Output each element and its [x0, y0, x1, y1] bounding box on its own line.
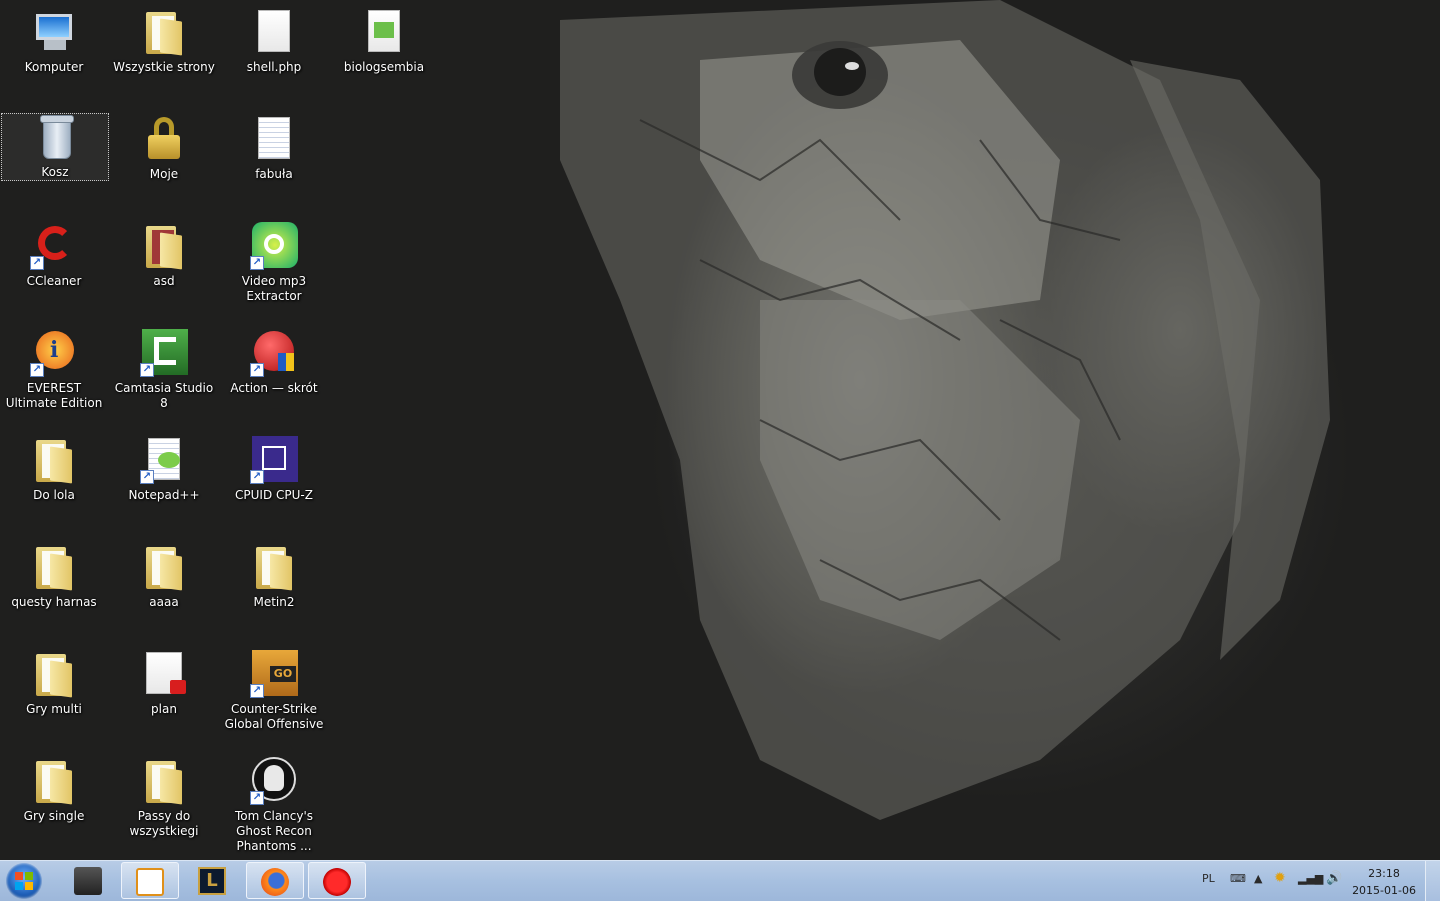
clock[interactable]: 23:18 2015-01-06 — [1352, 865, 1416, 899]
folder-icon — [140, 8, 188, 56]
taskbar-league-of-legends[interactable]: L — [184, 862, 242, 899]
icon-label: Kosz — [41, 165, 69, 179]
folder-icon — [140, 222, 188, 270]
desktop-icon-video-mp3-extractor[interactable]: ↗ Video mp3 Extractor — [220, 214, 328, 304]
desktop-icon-ccleaner[interactable]: ↗ CCleaner — [0, 214, 108, 289]
folder-icon — [250, 543, 298, 591]
folder-icon — [140, 757, 188, 805]
desktop-icon-cpu-z[interactable]: ↗ CPUID CPU-Z — [220, 428, 328, 503]
show-hidden-icons-chevron-icon[interactable]: ▲ — [1254, 872, 1262, 885]
desktop-icon-asd[interactable]: asd — [110, 214, 218, 289]
recycle-bin-icon — [31, 113, 79, 161]
icon-label: fabuła — [255, 167, 293, 181]
everest-icon: i ↗ — [30, 329, 78, 377]
icon-label: Action — skrót — [230, 381, 318, 395]
icon-label: aaaa — [149, 595, 179, 609]
icon-label: Counter-Strike Global Offensive — [224, 702, 324, 731]
icon-label: CCleaner — [26, 274, 82, 288]
icon-label: Passy do wszystkiegi — [129, 809, 199, 838]
icon-label: Camtasia Studio 8 — [114, 381, 214, 410]
padlock-icon — [140, 115, 188, 163]
desktop-icon-aaaa[interactable]: aaaa — [110, 535, 218, 610]
windows-logo-icon — [15, 872, 33, 890]
desktop-icon-do-lola[interactable]: Do lola — [0, 428, 108, 503]
keyboard-icon[interactable]: ⌨ — [1230, 872, 1246, 885]
desktop-icon-plan[interactable]: plan — [110, 642, 218, 717]
icon-label: Wszystkie strony — [113, 60, 215, 74]
blank-file-icon — [250, 8, 298, 56]
computer-icon — [30, 8, 78, 56]
desktop-icon-recycle-bin[interactable]: Kosz — [1, 113, 109, 181]
icon-label: Notepad++ — [128, 488, 200, 502]
desktop-icon-biologsembia[interactable]: biologsembia — [330, 0, 438, 75]
language-indicator[interactable]: PL — [1202, 872, 1215, 885]
ghost-recon-icon: ↗ — [250, 757, 298, 805]
start-button[interactable] — [6, 863, 42, 899]
taskbar-firefox[interactable] — [246, 862, 304, 899]
cpu-z-icon: ↗ — [250, 436, 298, 484]
league-of-legends-icon: L — [198, 867, 226, 895]
icon-label: Moje — [149, 167, 179, 181]
desktop-icon-csgo[interactable]: GO ↗ Counter-Strike Global Offensive — [220, 642, 328, 732]
desktop-icon-gry-single[interactable]: Gry single — [0, 749, 108, 824]
text-file-icon — [250, 115, 298, 163]
icon-label: Do lola — [33, 488, 75, 502]
icon-label: Gry single — [23, 809, 85, 823]
icon-label: Tom Clancy's Ghost Recon Phantoms ... — [234, 809, 314, 853]
desktop-icon-wszystkie-strony[interactable]: Wszystkie strony — [110, 0, 218, 75]
icon-label: shell.php — [246, 60, 302, 74]
desktop-icon-gry-multi[interactable]: Gry multi — [0, 642, 108, 717]
desktop-icon-action[interactable]: ↗ Action — skrót — [220, 321, 328, 396]
desktop-icon-shell-php[interactable]: shell.php — [220, 0, 328, 75]
desktop-icon-everest[interactable]: i ↗ EVEREST Ultimate Edition — [0, 321, 108, 411]
csgo-icon: GO ↗ — [250, 650, 298, 698]
icon-label: Metin2 — [253, 595, 295, 609]
truck-game-icon — [74, 867, 102, 895]
desktop-icon-passy[interactable]: Passy do wszystkiegi — [110, 749, 218, 839]
action-recorder-icon: ↗ — [250, 329, 298, 377]
network-signal-icon[interactable]: ▂▄▆ — [1298, 872, 1323, 885]
folder-icon — [30, 650, 78, 698]
icon-label: Video mp3 Extractor — [241, 274, 307, 303]
system-tray: PL ⌨ ▲ ✹ ▂▄▆ 🔊 23:18 2015-01-06 — [1190, 861, 1440, 901]
show-desktop-button[interactable] — [1425, 861, 1440, 901]
desktop-icon-computer[interactable]: Komputer — [0, 0, 108, 75]
media-player-icon — [136, 868, 164, 896]
video-mp3-extractor-icon: ↗ — [250, 222, 298, 270]
red-gear-app-icon — [323, 868, 351, 896]
clock-time: 23:18 — [1368, 867, 1400, 880]
icon-label: questy harnas — [11, 595, 97, 609]
ccleaner-icon: ↗ — [30, 222, 78, 270]
folder-icon — [140, 543, 188, 591]
notepad-plus-plus-icon: ↗ — [140, 436, 188, 484]
folder-icon — [30, 436, 78, 484]
icon-label: EVEREST Ultimate Edition — [5, 381, 103, 410]
camtasia-icon: ↗ — [140, 329, 188, 377]
desktop-icon-notepad-plus-plus[interactable]: ↗ Notepad++ — [110, 428, 218, 503]
icon-label: biologsembia — [343, 60, 425, 74]
icon-label: CPUID CPU-Z — [235, 488, 313, 502]
taskbar-red-gear-app[interactable] — [308, 862, 366, 899]
spreadsheet-file-icon — [360, 8, 408, 56]
desktop-icon-metin2[interactable]: Metin2 — [220, 535, 328, 610]
firefox-icon — [261, 868, 289, 896]
volume-icon[interactable]: 🔊 — [1326, 871, 1342, 886]
desktop-icon-moje[interactable]: Moje — [110, 107, 218, 182]
folder-icon — [30, 757, 78, 805]
icon-label: plan — [151, 702, 177, 716]
taskbar-media-player[interactable] — [121, 862, 179, 899]
desktop-icon-ghost-recon[interactable]: ↗ Tom Clancy's Ghost Recon Phantoms ... — [220, 749, 328, 854]
taskbar: L PL ⌨ ▲ ✹ ▂▄▆ 🔊 23:18 2015-01-06 — [0, 860, 1440, 901]
icon-label: Gry multi — [26, 702, 82, 716]
pdf-file-icon — [140, 650, 188, 698]
taskbar-truck-game[interactable] — [60, 862, 118, 899]
folder-icon — [30, 543, 78, 591]
desktop-icon-camtasia[interactable]: ↗ Camtasia Studio 8 — [110, 321, 218, 411]
clock-date: 2015-01-06 — [1352, 884, 1416, 897]
desktop-icon-fabula[interactable]: fabuła — [220, 107, 328, 182]
sun-status-icon[interactable]: ✹ — [1274, 870, 1286, 886]
icon-label: asd — [153, 274, 175, 288]
desktop-icon-questy-harnas[interactable]: questy harnas — [0, 535, 108, 610]
icon-label: Komputer — [24, 60, 84, 74]
